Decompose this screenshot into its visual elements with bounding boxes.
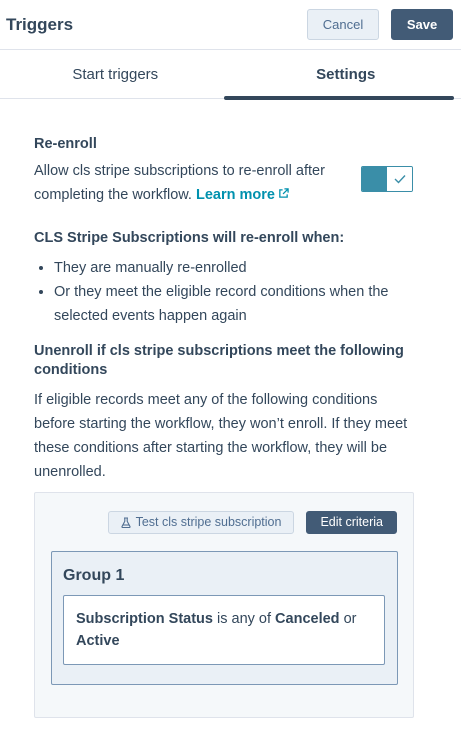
settings-content: Re-enroll Allow cls stripe subscriptions… — [0, 99, 461, 718]
tab-bar: Start triggers Settings — [0, 50, 461, 100]
active-tab-indicator — [224, 96, 454, 100]
reenroll-title: Re-enroll — [34, 136, 97, 152]
reenroll-row: Allow cls stripe subscriptions to re-enr… — [34, 159, 413, 207]
reenroll-toggle[interactable] — [361, 165, 413, 192]
unenroll-description: If eligible records meet any of the foll… — [34, 391, 408, 480]
reenroll-when-title: CLS Stripe Subscriptions will re-enroll … — [34, 230, 345, 247]
group-title: Group 1 — [63, 566, 125, 584]
check-icon — [387, 166, 412, 191]
learn-more-link[interactable]: Learn more — [196, 187, 289, 203]
reenroll-bullets: They are manually re-enrolled Or they me… — [34, 256, 413, 328]
tab-start-triggers[interactable]: Start triggers — [0, 50, 231, 98]
edit-criteria-button[interactable]: Edit criteria — [306, 510, 397, 534]
toggle-knob — [362, 166, 387, 191]
condition-value: Active — [76, 632, 120, 649]
unenroll-criteria-box: Test cls stripe subscription Edit criter… — [34, 491, 414, 718]
condition-value: Canceled — [275, 610, 340, 627]
test-record-label: Test cls stripe subscription — [135, 515, 282, 530]
test-record-button[interactable]: Test cls stripe subscription — [107, 510, 295, 534]
reenroll-description: Allow cls stripe subscriptions to re-enr… — [34, 159, 361, 207]
tab-settings[interactable]: Settings — [231, 50, 461, 98]
condition-joiner: or — [343, 610, 357, 627]
workflow-settings-panel: Triggers Cancel Save Start triggers Sett… — [0, 0, 461, 734]
criteria-actions: Test cls stripe subscription Edit criter… — [35, 493, 413, 534]
beaker-icon — [120, 516, 131, 528]
bullet-item: They are manually re-enrolled — [54, 256, 413, 280]
condition-group: Group 1 Subscription Status is any of Ca… — [51, 550, 398, 685]
bullet-item: Or they meet the eligible record conditi… — [54, 280, 413, 328]
condition-operator: is any — [217, 610, 255, 627]
external-link-icon — [278, 183, 289, 207]
condition-of: of — [258, 610, 272, 627]
save-button[interactable]: Save — [391, 9, 453, 40]
panel-header: Triggers Cancel Save — [0, 0, 461, 50]
learn-more-label: Learn more — [196, 186, 275, 203]
panel-title: Triggers — [6, 14, 74, 34]
cancel-button[interactable]: Cancel — [307, 9, 379, 40]
condition-property: Subscription Status — [76, 610, 213, 627]
unenroll-title: Unenroll if cls stripe subscriptions mee… — [34, 342, 404, 378]
condition-card[interactable]: Subscription Status is any of Canceled o… — [63, 594, 385, 665]
